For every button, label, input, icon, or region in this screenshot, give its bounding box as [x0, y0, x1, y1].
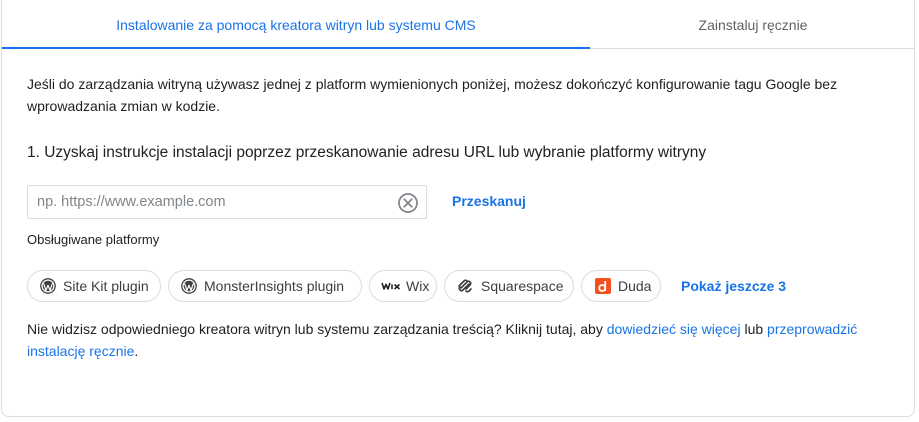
- supported-platforms-label: Obsługiwane platformy: [27, 232, 160, 247]
- platform-chip-label: Site Kit plugin: [63, 278, 149, 294]
- tab-manual-install[interactable]: Zainstaluj ręcznie: [590, 0, 916, 48]
- scan-button[interactable]: Przeskanuj: [452, 193, 526, 209]
- footer-text: lub: [740, 321, 768, 337]
- platform-chip-label: Duda: [618, 278, 652, 294]
- wix-icon: [381, 281, 401, 291]
- intro-text: Jeśli do zarządzania witryną używasz jed…: [27, 76, 838, 114]
- platform-chip-squarespace[interactable]: Squarespace: [444, 270, 574, 302]
- url-input-field[interactable]: [27, 185, 427, 219]
- url-input[interactable]: [37, 192, 387, 212]
- squarespace-icon: [456, 278, 474, 294]
- footer-text: Nie widzisz odpowiedniego kreatora witry…: [27, 321, 607, 337]
- platform-chip-site-kit[interactable]: Site Kit plugin: [27, 270, 161, 302]
- platform-chip-monsterinsights[interactable]: MonsterInsights plugin: [168, 270, 362, 302]
- platform-chip-label: MonsterInsights plugin: [204, 278, 345, 294]
- tab-cms-builder[interactable]: Instalowanie za pomocą kreatora witryn l…: [2, 0, 590, 48]
- tab-bar: Instalowanie za pomocą kreatora witryn l…: [2, 0, 914, 49]
- clear-icon[interactable]: [397, 192, 419, 214]
- active-tab-indicator: [2, 47, 590, 49]
- tag-installation-card: Instalowanie za pomocą kreatora witryn l…: [1, 0, 915, 417]
- platform-chip-label: Squarespace: [481, 278, 564, 294]
- wordpress-icon: [180, 278, 198, 294]
- step-1-heading: 1. Uzyskaj instrukcje instalacji poprzez…: [27, 144, 707, 161]
- duda-icon: [595, 278, 611, 294]
- platform-chip-wix[interactable]: Wix: [369, 270, 437, 302]
- show-more-platforms-button[interactable]: Pokaż jeszcze 3: [681, 278, 786, 294]
- footer-help-text: Nie widzisz odpowiedniego kreatora witry…: [27, 318, 897, 362]
- platform-chip-duda[interactable]: Duda: [581, 270, 661, 302]
- learn-more-link[interactable]: dowiedzieć się więcej: [607, 321, 741, 337]
- wordpress-icon: [39, 278, 57, 294]
- platform-chip-label: Wix: [406, 278, 430, 294]
- footer-text: .: [134, 343, 139, 359]
